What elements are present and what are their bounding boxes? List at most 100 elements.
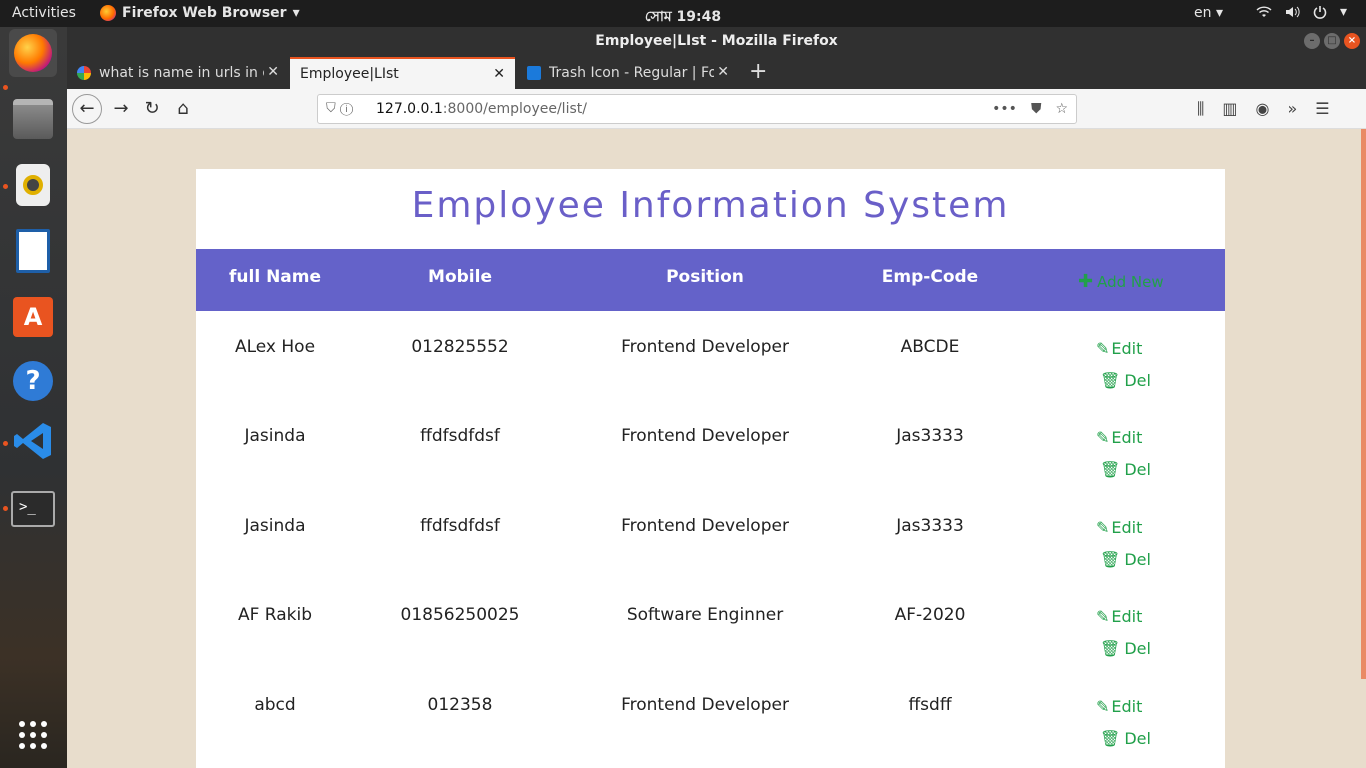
edit-label: Edit [1111,339,1143,358]
new-tab-button[interactable]: + [749,59,767,84]
file-cabinet-icon [13,99,53,139]
hamburger-menu-icon[interactable]: ☰ [1315,99,1329,119]
dock-writer[interactable] [9,227,57,275]
dock: A ? >_ [0,27,67,768]
column-header-emp-code: Emp-Code [881,267,979,287]
dock-rhythmbox[interactable] [9,161,57,209]
url-host: 127.0.0.1 [376,101,443,117]
dock-software[interactable]: A [9,293,57,341]
power-icon [1312,4,1328,24]
cell-mobile: ffdfsdfdsf [420,426,500,446]
delete-label: Del [1124,460,1151,479]
tab-strip: what is name in urls in dj ✕ Employee|LI… [67,55,1366,89]
minimize-button[interactable]: – [1304,33,1320,49]
trash-icon: 🗑 [1100,729,1121,748]
running-indicator [3,506,8,511]
forward-button[interactable]: → [107,95,135,123]
sidebar-icon[interactable]: ▥ [1222,99,1237,119]
table-row: AF Rakib 01856250025 Software Enginner A… [196,587,1225,677]
trash-icon: 🗑 [1100,460,1121,479]
dock-firefox[interactable] [9,29,57,77]
close-tab-icon[interactable]: ✕ [717,64,729,80]
app-menu[interactable]: Firefox Web Browser ▾ [100,5,300,21]
window-titlebar: Employee|LIst - Mozilla Firefox – □ × [67,27,1366,55]
tab-google-search[interactable]: what is name in urls in dj ✕ [67,57,289,89]
library-icon[interactable]: ⫼ [1197,99,1204,119]
page-actions-icon[interactable]: ••• [992,95,1017,123]
add-new-label: Add New [1097,272,1164,291]
dock-vscode[interactable] [9,419,57,467]
employee-card: Employee Information System full Name Mo… [196,169,1225,768]
edit-button[interactable]: ✎ Edit [1096,339,1142,358]
cell-full-name: abcd [254,695,296,715]
help-icon: ? [13,361,53,401]
tab-label: Trash Icon - Regular | For [549,65,714,81]
pocket-icon[interactable]: ⛊ [1031,95,1042,123]
chevron-down-icon: ▾ [292,5,300,21]
grid-icon [17,719,49,755]
delete-button[interactable]: 🗑 Del [1100,371,1151,390]
firefox-icon [100,5,116,21]
back-button[interactable]: ← [72,94,102,124]
table-header: full Name Mobile Position Emp-Code ✚ Add… [196,249,1225,311]
cell-mobile: ffdfsdfdsf [420,516,500,536]
delete-button[interactable]: 🗑 Del [1100,639,1151,658]
edit-button[interactable]: ✎ Edit [1096,607,1142,626]
page-viewport: Employee Information System full Name Mo… [67,129,1366,768]
url-path: :8000/employee/list/ [442,101,587,117]
close-tab-icon[interactable]: ✕ [493,66,505,82]
reload-button[interactable]: ↻ [138,95,166,123]
app-menu-label: Firefox Web Browser [122,5,287,21]
delete-button[interactable]: 🗑 Del [1100,550,1151,569]
table-row: Jasinda ffdfsdfdsf Frontend Developer Ja… [196,498,1225,588]
cell-emp-code: ffsdff [908,695,952,715]
edit-icon: ✎ [1096,339,1110,358]
home-button[interactable]: ⌂ [169,95,197,123]
language-indicator[interactable]: en ▾ [1194,5,1223,21]
cell-mobile: 01856250025 [400,605,520,625]
scrollbar[interactable] [1361,129,1366,679]
show-applications-button[interactable] [9,713,57,761]
cell-emp-code: AF-2020 [894,605,966,625]
edit-button[interactable]: ✎ Edit [1096,428,1142,447]
running-indicator [3,184,8,189]
cell-emp-code: Jas3333 [896,426,964,446]
maximize-button[interactable]: □ [1324,33,1340,49]
flag-icon [527,66,541,80]
bookmark-star-icon[interactable]: ☆ [1055,95,1068,123]
close-window-button[interactable]: × [1344,33,1360,49]
overflow-icon[interactable]: » [1287,99,1297,119]
cell-position: Frontend Developer [621,516,789,536]
terminal-icon: >_ [11,491,55,527]
system-tray[interactable]: ▾ [1256,4,1347,24]
running-indicator [3,85,8,90]
add-new-button[interactable]: ✚ Add New [1078,271,1164,292]
edit-button[interactable]: ✎ Edit [1096,518,1142,537]
dock-terminal[interactable]: >_ [9,485,57,533]
firefox-icon [14,34,52,72]
google-icon [77,66,91,80]
tab-employee-list[interactable]: Employee|LIst ✕ [290,57,515,89]
activities-button[interactable]: Activities [12,5,76,21]
cell-full-name: Jasinda [244,426,306,446]
running-indicator [3,441,8,446]
dock-help[interactable]: ? [9,357,57,405]
table-row: abcd 012358 Frontend Developer ffsdff ✎ E… [196,677,1225,767]
tab-label: Employee|LIst [300,66,399,82]
cell-emp-code: ABCDE [900,337,960,357]
cell-full-name: ALex Hoe [234,337,316,357]
close-tab-icon[interactable]: ✕ [267,64,279,80]
dock-files[interactable] [9,95,57,143]
delete-button[interactable]: 🗑 Del [1100,460,1151,479]
account-icon[interactable]: ◉ [1256,99,1270,119]
delete-label: Del [1124,371,1151,390]
cell-mobile: 012358 [427,695,493,715]
delete-label: Del [1124,550,1151,569]
url-bar[interactable]: ⛉ ⓘ 127.0.0.1:8000/employee/list/ ••• ⛊ … [317,94,1077,124]
edit-button[interactable]: ✎ Edit [1096,697,1142,716]
clock[interactable]: সোম 19:48 [645,9,721,25]
table-row: Jasinda ffdfsdfdsf Frontend Developer Ja… [196,408,1225,498]
edit-icon: ✎ [1096,697,1110,716]
tab-fontawesome[interactable]: Trash Icon - Regular | For ✕ [517,57,739,89]
delete-button[interactable]: 🗑 Del [1100,729,1151,748]
